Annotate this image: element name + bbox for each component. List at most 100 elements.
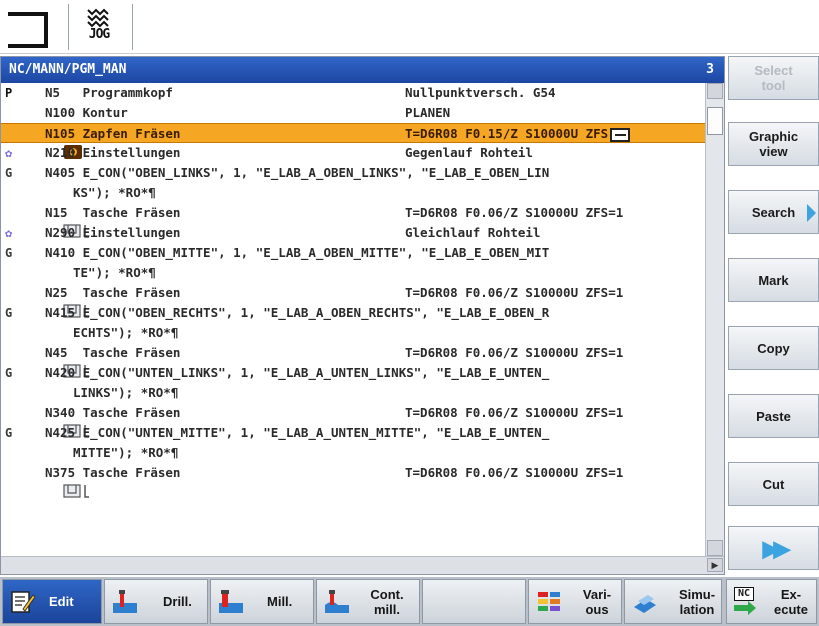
line-counter: 3: [706, 62, 714, 77]
program-line[interactable]: G N410 E_CON("OBEN_MITTE", 1, "E_LAB_A_O…: [1, 243, 705, 263]
program-line[interactable]: N25 Tasche Fräsen T=D6R08 F0.06/Z S10000…: [1, 283, 705, 318]
pocket-milling-icon: [5, 284, 89, 318]
milling-icon: [219, 590, 243, 613]
program-path-bar: NC/MANN/PGM_MAN 3: [1, 57, 724, 83]
pocket-milling-icon: [5, 344, 89, 378]
line-block: N25 Tasche Fräsen: [45, 285, 181, 300]
execute-button[interactable]: NC Ex- ecute: [726, 579, 817, 624]
gcode-icon: G: [5, 366, 13, 380]
program-line[interactable]: G N405 E_CON("OBEN_LINKS", 1, "E_LAB_A_O…: [1, 163, 705, 183]
scroll-right-arrow-icon[interactable]: ▶: [707, 558, 723, 572]
line-param: T=D6R08 F0.06/Z S10000U ZFS=1: [405, 405, 624, 420]
nc-badge: NC: [734, 587, 754, 601]
program-line-continuation[interactable]: MITTE"); *RO*¶: [1, 443, 705, 463]
paste-button[interactable]: Paste: [728, 394, 819, 438]
contour-milling-button[interactable]: Cont. mill.: [316, 579, 420, 624]
program-line[interactable]: G N420 E_CON("UNTEN_LINKS", 1, "E_LAB_A_…: [1, 363, 705, 383]
program-line[interactable]: N15 Tasche Fräsen T=D6R08 F0.06/Z S10000…: [1, 203, 705, 238]
program-line-continuation[interactable]: TE"); *RO*¶: [1, 263, 705, 283]
program-path: NC/MANN/PGM_MAN: [9, 62, 127, 77]
line-param: PLANEN: [405, 105, 451, 120]
line-code: N420 E_CON("UNTEN_LINKS", 1, "E_LAB_A_UN…: [45, 365, 550, 380]
line-param: Gegenlauf Rohteil: [405, 145, 533, 160]
simulation-button[interactable]: Simu- lation: [624, 579, 722, 624]
program-line-continuation[interactable]: KS"); *RO*¶: [1, 183, 705, 203]
horizontal-softkey-bar: Edit Drill. Mill. Cont. mill. Vari- ous …: [0, 577, 819, 626]
pocket-milling-icon: [5, 404, 89, 438]
various-button[interactable]: Vari- ous: [528, 579, 622, 624]
program-line[interactable]: G N415 E_CON("OBEN_RECHTS", 1, "E_LAB_A_…: [1, 303, 705, 323]
line-param: T=D6R08 F0.06/Z S10000U ZFS=1: [405, 345, 624, 360]
empty-softkey[interactable]: [422, 579, 526, 624]
line-code: MITTE"); *RO*¶: [73, 445, 179, 460]
program-line[interactable]: N45 Tasche Fräsen T=D6R08 F0.06/Z S10000…: [1, 343, 705, 378]
program-line[interactable]: ✿ N210 Einstellungen Gegenlauf Rohteil: [1, 143, 705, 163]
line-param: T=D6R08 F0.15/Z S10000U ZFS: [405, 124, 631, 144]
search-button[interactable]: Search: [728, 190, 819, 234]
header-divider: [132, 4, 133, 50]
gcode-icon: G: [5, 306, 13, 320]
line-block: N210 Einstellungen: [45, 145, 181, 160]
drill-button[interactable]: Drill.: [104, 579, 208, 624]
program-line[interactable]: ✿ N290 Einstellungen Gleichlauf Rohteil: [1, 223, 705, 243]
jog-wave-icon: [87, 8, 109, 28]
copy-label: Copy: [757, 340, 790, 356]
line-code: KS"); *RO*¶: [73, 185, 156, 200]
next-softkeys-button[interactable]: ▶▶: [728, 526, 819, 570]
program-line[interactable]: G N425 E_CON("UNTEN_MITTE", 1, "E_LAB_A_…: [1, 423, 705, 443]
various-label: Vari- ous: [582, 586, 612, 617]
line-block: N375 Tasche Fräsen: [45, 465, 181, 480]
copy-button[interactable]: Copy: [728, 326, 819, 370]
mill-button[interactable]: Mill.: [210, 579, 314, 624]
line-block: N5 Programmkopf: [45, 85, 173, 100]
spigot-milling-icon: [5, 125, 82, 159]
program-lines[interactable]: P N5 Programmkopf Nullpunktversch. G54 N…: [1, 83, 705, 556]
edit-button[interactable]: Edit: [2, 579, 102, 624]
scroll-down-arrow-icon[interactable]: [707, 540, 723, 556]
pocket-milling-icon: [5, 464, 89, 498]
settings-gear-icon: ✿: [5, 146, 13, 160]
line-block: N105 Zapfen Fräsen: [45, 126, 181, 141]
program-line[interactable]: N375 Tasche Fräsen T=D6R08 F0.06/Z S1000…: [1, 463, 705, 498]
paste-label: Paste: [756, 408, 791, 424]
line-block: N100 Kontur: [45, 105, 128, 120]
program-editor: NC/MANN/PGM_MAN 3 P N5 Programmkopf Null…: [0, 56, 725, 575]
program-line-continuation[interactable]: ECHTS"); *RO*¶: [1, 323, 705, 343]
line-param: T=D6R08 F0.06/Z S10000U ZFS=1: [405, 285, 624, 300]
select-tool-button[interactable]: Select tool: [728, 56, 819, 100]
line-code: N425 E_CON("UNTEN_MITTE", 1, "E_LAB_A_UN…: [45, 425, 550, 440]
enter-icon[interactable]: [610, 127, 631, 142]
cut-button[interactable]: Cut: [728, 462, 819, 506]
program-line-continuation[interactable]: LINKS"); *RO*¶: [1, 383, 705, 403]
vertical-scrollbar[interactable]: [705, 83, 724, 556]
drilling-icon: [113, 590, 137, 613]
execute-label: Ex- ecute: [774, 586, 808, 617]
horizontal-scrollbar[interactable]: ▶: [1, 556, 724, 574]
settings-gear-icon: ✿: [5, 226, 13, 240]
line-param: Gleichlauf Rohteil: [405, 225, 541, 240]
mark-label: Mark: [758, 272, 789, 288]
select-tool-label: Select tool: [754, 63, 793, 93]
simulation-icon: [634, 595, 656, 613]
program-line[interactable]: P N5 Programmkopf Nullpunktversch. G54: [1, 83, 705, 103]
search-label: Search: [751, 204, 796, 220]
mark-button[interactable]: Mark: [728, 258, 819, 302]
contour-milling-label: Cont. mill.: [370, 586, 404, 617]
execute-nc-icon: NC: [734, 587, 760, 615]
machine-area-icon[interactable]: [6, 10, 64, 50]
line-code: N415 E_CON("OBEN_RECHTS", 1, "E_LAB_A_OB…: [45, 305, 550, 320]
line-code: ECHTS"); *RO*¶: [73, 325, 179, 340]
program-line[interactable]: N100 Kontur PLANEN: [1, 103, 705, 137]
scroll-up-arrow-icon[interactable]: [707, 83, 723, 99]
edit-label: Edit: [49, 594, 74, 609]
scroll-thumb[interactable]: [707, 107, 723, 135]
graphic-view-button[interactable]: Graphic view: [728, 122, 819, 166]
line-block: N340 Tasche Fräsen: [45, 405, 181, 420]
fast-forward-icon: ▶▶: [762, 535, 791, 561]
program-line-selected[interactable]: N105 Zapfen Fräsen T=D6R08 F0.15/Z S1000…: [1, 123, 705, 159]
line-code: N410 E_CON("OBEN_MITTE", 1, "E_LAB_A_OBE…: [45, 245, 550, 260]
program-line[interactable]: N340 Tasche Fräsen T=D6R08 F0.06/Z S1000…: [1, 403, 705, 438]
drill-label: Drill.: [163, 594, 192, 609]
graphic-view-label: Graphic view: [748, 129, 799, 159]
jog-mode-label: JOG: [88, 27, 110, 42]
